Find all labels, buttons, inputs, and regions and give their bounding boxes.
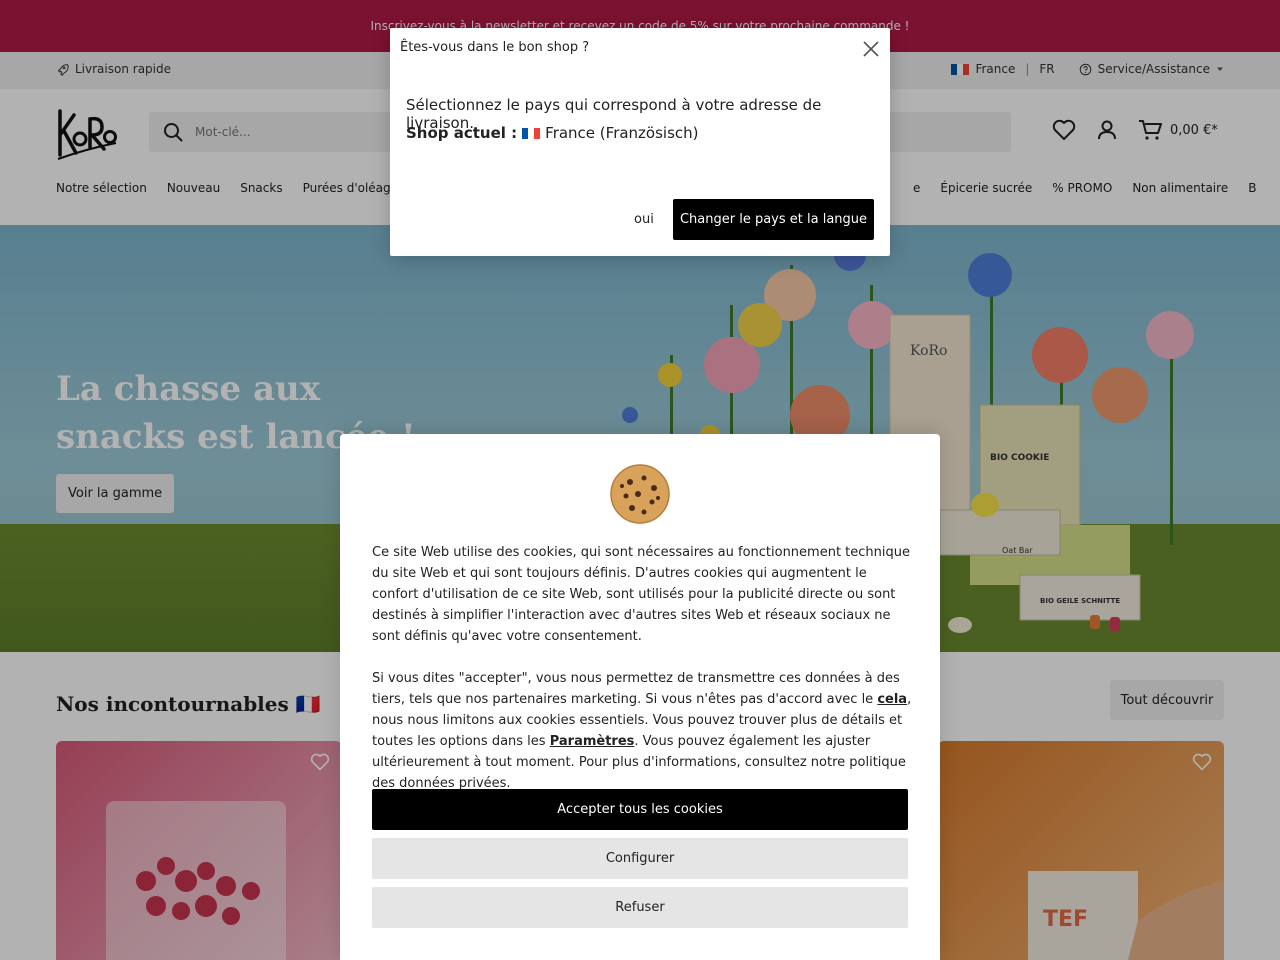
configure-cookies-button[interactable]: Configurer	[372, 838, 908, 879]
confirm-yes-link[interactable]: oui	[634, 212, 654, 227]
cookie-paragraph-2: Si vous dites "accepter", vous nous perm…	[372, 668, 912, 794]
settings-link[interactable]: Paramètres	[550, 734, 635, 749]
change-country-button[interactable]: Changer le pays et la langue	[673, 199, 874, 240]
essential-only-link[interactable]: cela	[877, 692, 907, 707]
france-flag-icon	[522, 127, 541, 139]
cookie-icon	[610, 464, 670, 524]
country-shop-modal: Êtes-vous dans le bon shop ? Sélectionne…	[390, 28, 890, 256]
current-shop-value: France (Französisch)	[545, 124, 699, 142]
current-shop: Shop actuel : France (Französisch)	[406, 124, 699, 142]
close-icon[interactable]	[862, 40, 880, 58]
cookie-paragraph-1: Ce site Web utilise des cookies, qui son…	[372, 545, 911, 644]
refuse-cookies-button[interactable]: Refuser	[372, 887, 908, 928]
cookie-text: Ce site Web utilise des cookies, qui son…	[372, 542, 912, 815]
current-shop-label: Shop actuel :	[406, 124, 518, 142]
cookie-consent-modal: Ce site Web utilise des cookies, qui son…	[340, 434, 940, 960]
accept-all-cookies-button[interactable]: Accepter tous les cookies	[372, 789, 908, 830]
modal-title: Êtes-vous dans le bon shop ?	[400, 40, 590, 55]
cookie-text-part: Si vous dites "accepter", vous nous perm…	[372, 671, 900, 707]
